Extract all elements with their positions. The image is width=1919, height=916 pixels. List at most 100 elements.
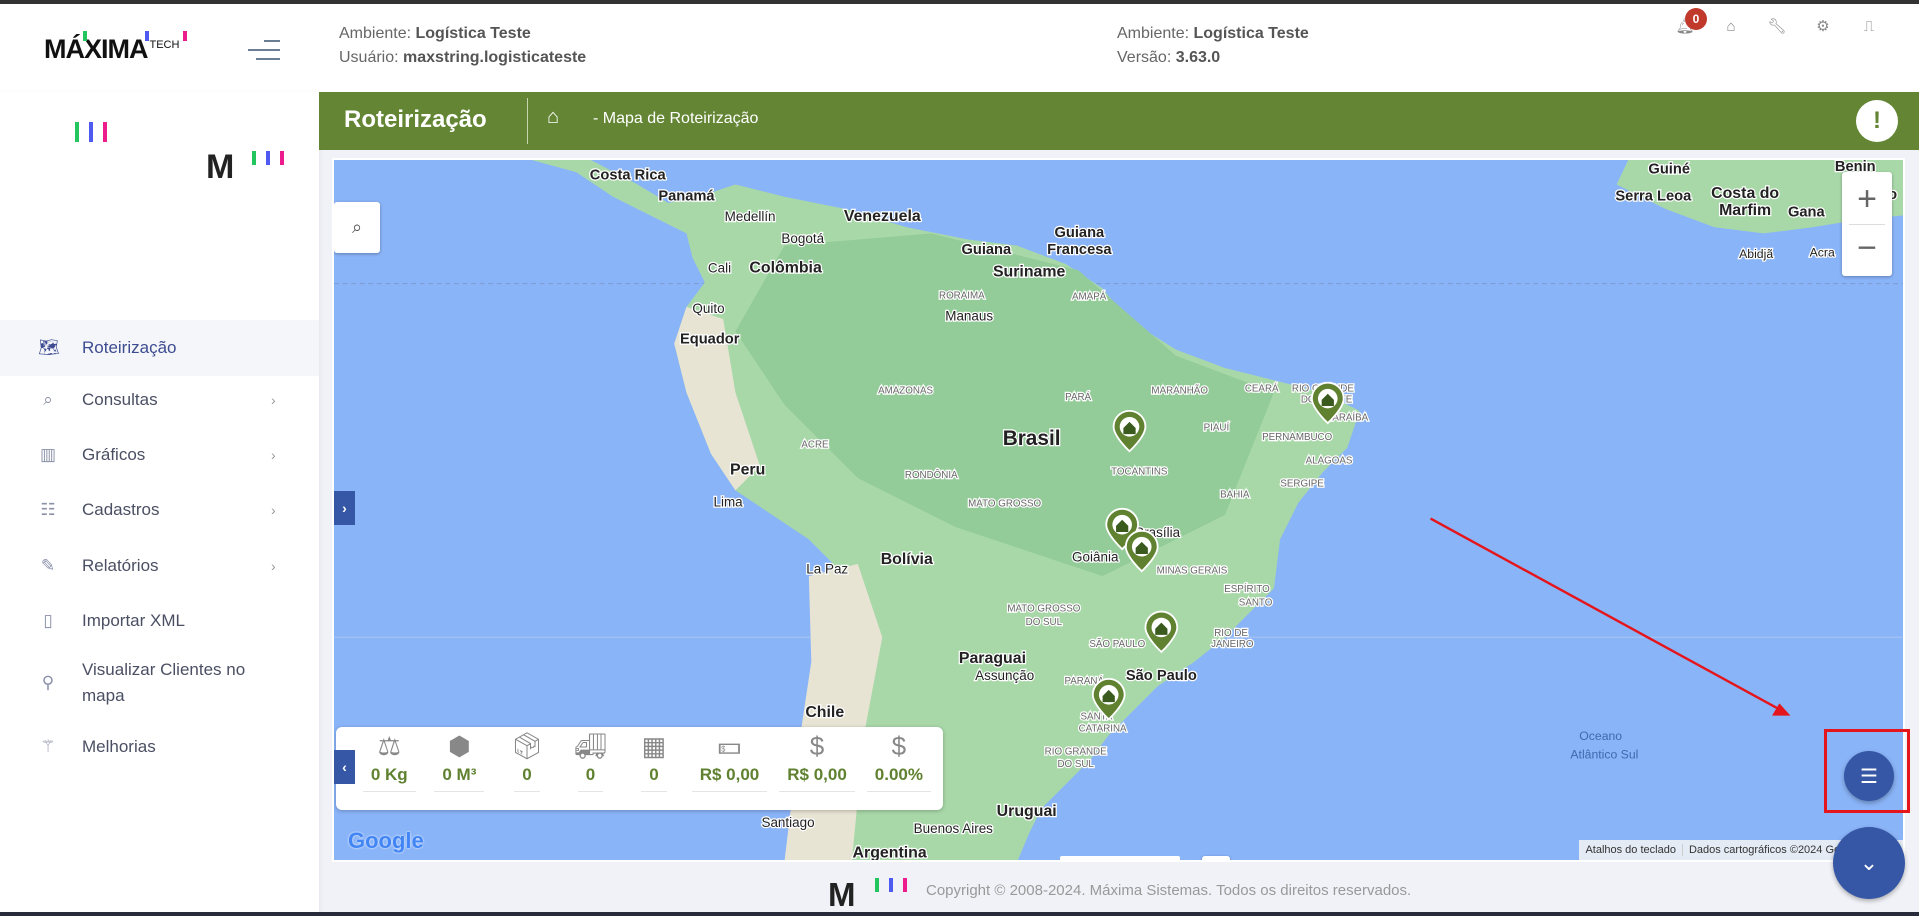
rectangle-icon[interactable]: ■ bbox=[1150, 856, 1180, 860]
polygon-icon[interactable]: ◣ bbox=[1090, 856, 1120, 860]
version-info: Ambiente: Logística Teste Versão: 3.63.0 bbox=[1117, 25, 1309, 66]
bar-chart-icon: ▥ bbox=[39, 445, 57, 464]
sidebar-item-consultas[interactable]: ⌕ Consultas › bbox=[0, 375, 319, 425]
sidebar-item-relatórios[interactable]: ✎ Relatórios › bbox=[0, 541, 319, 591]
home-icon[interactable]: ⌂ bbox=[1719, 14, 1743, 38]
alert-button[interactable]: ! bbox=[1856, 100, 1898, 142]
map-label: RORAIMA bbox=[939, 290, 985, 301]
map-label: DO SUL bbox=[1026, 617, 1063, 628]
map-label: SERGIPE bbox=[1280, 479, 1324, 490]
map-label: Goiânia bbox=[1072, 549, 1119, 564]
sidebar-item-roteirização[interactable]: 🗺︎ Roteirização bbox=[0, 320, 319, 376]
wrench-icon[interactable]: 🔧︎ bbox=[1765, 14, 1789, 38]
map-label: Assunção bbox=[975, 668, 1034, 683]
pin-icon: ⚲ bbox=[41, 673, 55, 692]
map-label: MATO GROSSO bbox=[1007, 604, 1080, 615]
chevron-right-icon: › bbox=[271, 392, 276, 408]
map-label: MARANHÃO bbox=[1151, 386, 1208, 397]
window-bottom-border bbox=[0, 912, 1919, 916]
map-label: Costa do bbox=[1711, 185, 1779, 202]
sidebar-item-gráficos[interactable]: ▥ Gráficos › bbox=[0, 430, 319, 480]
stat-item: 📦︎ 0 bbox=[501, 727, 552, 810]
map-label: Guiné bbox=[1648, 161, 1690, 177]
sidebar-item-label: Gráficos bbox=[82, 445, 146, 464]
collapse-stats-button[interactable]: ‹ bbox=[334, 750, 355, 784]
zoom-out-button[interactable]: − bbox=[1849, 224, 1885, 274]
zoom-in-button[interactable]: + bbox=[1857, 174, 1877, 224]
map-label: Bogotá bbox=[781, 231, 824, 246]
money-bill-icon: 💵︎ bbox=[717, 730, 742, 760]
sidebar-item-visualizar[interactable]: ⚲ Visualizar Clientes no mapa bbox=[0, 651, 319, 715]
stat-value: 0 M³ bbox=[434, 765, 485, 792]
sidebar-item-importar[interactable]: ▯ Importar XML bbox=[0, 596, 319, 646]
map-label: Peru bbox=[730, 462, 765, 479]
annotation-arrow bbox=[1429, 517, 1783, 712]
sidebar: M 🗺︎ Roteirização ⌕ Consultas › ▥ Gráficos › ☷ Ca… bbox=[0, 92, 319, 916]
map-label: São Paulo bbox=[1126, 668, 1197, 684]
weight-kg-icon: ⚖ bbox=[377, 730, 401, 761]
map-label: PARÁ bbox=[1065, 392, 1091, 403]
map-label: RIO DE bbox=[1214, 628, 1248, 639]
sidebar-item-label: Importar XML bbox=[82, 611, 185, 630]
stat-item: 🚚︎ 0 bbox=[565, 727, 616, 810]
map-label: AMAZONAS bbox=[878, 386, 933, 397]
map-view[interactable]: Costa Rica Panamá Medellín Bogotá Venezuela G… bbox=[332, 158, 1905, 862]
map-label: Colômbia bbox=[749, 260, 822, 277]
gear-icon[interactable]: ⚙ bbox=[1811, 14, 1835, 38]
sidebar-item-cadastros[interactable]: ☷ Cadastros › bbox=[0, 485, 319, 535]
map-label: Costa Rica bbox=[590, 168, 667, 184]
home-icon[interactable]: ⌂ bbox=[547, 106, 559, 129]
footer-logo: M bbox=[828, 876, 856, 913]
logout-icon[interactable]: ⎍ bbox=[1857, 14, 1881, 38]
annotation-arrowhead bbox=[1772, 703, 1791, 716]
circle-icon[interactable]: ● bbox=[1120, 856, 1150, 860]
stat-value: R$ 0,00 bbox=[779, 765, 855, 792]
map-label: ALAGOAS bbox=[1306, 455, 1353, 466]
chevron-right-icon: › bbox=[271, 502, 276, 518]
stat-value: 0 bbox=[577, 765, 604, 792]
keyboard-shortcuts-link[interactable]: Atalhos do teclado bbox=[1579, 844, 1682, 856]
session-info: Ambiente: Logística Teste Usuário: maxst… bbox=[339, 25, 587, 66]
magic-wand-icon: ⚚ bbox=[40, 737, 56, 756]
map-label: TOCANTINS bbox=[1111, 467, 1168, 478]
sidebar-item-label: Visualizar Clientes no mapa bbox=[82, 660, 246, 705]
ruler-icon[interactable]: 📏︎ bbox=[1202, 856, 1230, 860]
map-label: Cali bbox=[708, 261, 731, 276]
map-label: JANEIRO bbox=[1211, 639, 1254, 650]
search-button[interactable]: ⌕ bbox=[334, 202, 380, 253]
dollar-coin-icon: $ bbox=[891, 730, 907, 761]
google-logo: Google bbox=[348, 828, 424, 853]
scroll-down-button[interactable]: ⌄ bbox=[1833, 827, 1905, 899]
sidebar-item-melhorias[interactable]: ⚚ Melhorias bbox=[0, 722, 319, 772]
map-label: Guiana bbox=[961, 242, 1012, 258]
bell-icon[interactable]: 🔔︎ 0 bbox=[1673, 8, 1707, 38]
map-label: Venezuela bbox=[844, 208, 921, 225]
hand-icon[interactable]: ✋︎ bbox=[1060, 856, 1090, 860]
xml-file-icon: ▯ bbox=[43, 611, 53, 630]
map-label: CEARÁ bbox=[1245, 383, 1279, 394]
filter-icon: ☰ bbox=[1860, 765, 1878, 788]
copyright-text: Copyright © 2008-2024. Máxima Sistemas. … bbox=[926, 882, 1412, 899]
zoom-controls: + − bbox=[1842, 172, 1892, 276]
sidebar-m-logo-bars bbox=[252, 151, 284, 165]
edit-icon: ✎ bbox=[40, 556, 56, 575]
stat-value: 0 bbox=[514, 765, 540, 792]
stat-value: R$ 0,00 bbox=[691, 765, 768, 792]
menu-toggle-button[interactable] bbox=[248, 40, 280, 60]
map-label: Oceano bbox=[1579, 729, 1622, 743]
map-label: Suriname bbox=[993, 263, 1066, 280]
filter-button[interactable]: ☰ bbox=[1844, 751, 1894, 801]
map-icon: 🗺︎ bbox=[38, 338, 60, 357]
sidebar-item-label: Roteirização bbox=[82, 338, 177, 357]
expand-panel-button[interactable]: › bbox=[334, 491, 355, 525]
chevron-right-icon: › bbox=[271, 447, 276, 463]
stat-value: 0 bbox=[641, 765, 667, 792]
map-label: SANTO bbox=[1239, 597, 1273, 608]
map-label: Guiana bbox=[1054, 225, 1105, 241]
stat-item: 💵︎ R$ 0,00 bbox=[691, 727, 768, 810]
map-label: Paraguai bbox=[959, 650, 1026, 667]
map-label: RONDÔNIA bbox=[905, 470, 958, 481]
dollar-coin-icon: $ bbox=[809, 730, 825, 761]
map-label: Serra Leoa bbox=[1615, 188, 1692, 204]
cubes-icon: ⬢ bbox=[448, 730, 471, 761]
